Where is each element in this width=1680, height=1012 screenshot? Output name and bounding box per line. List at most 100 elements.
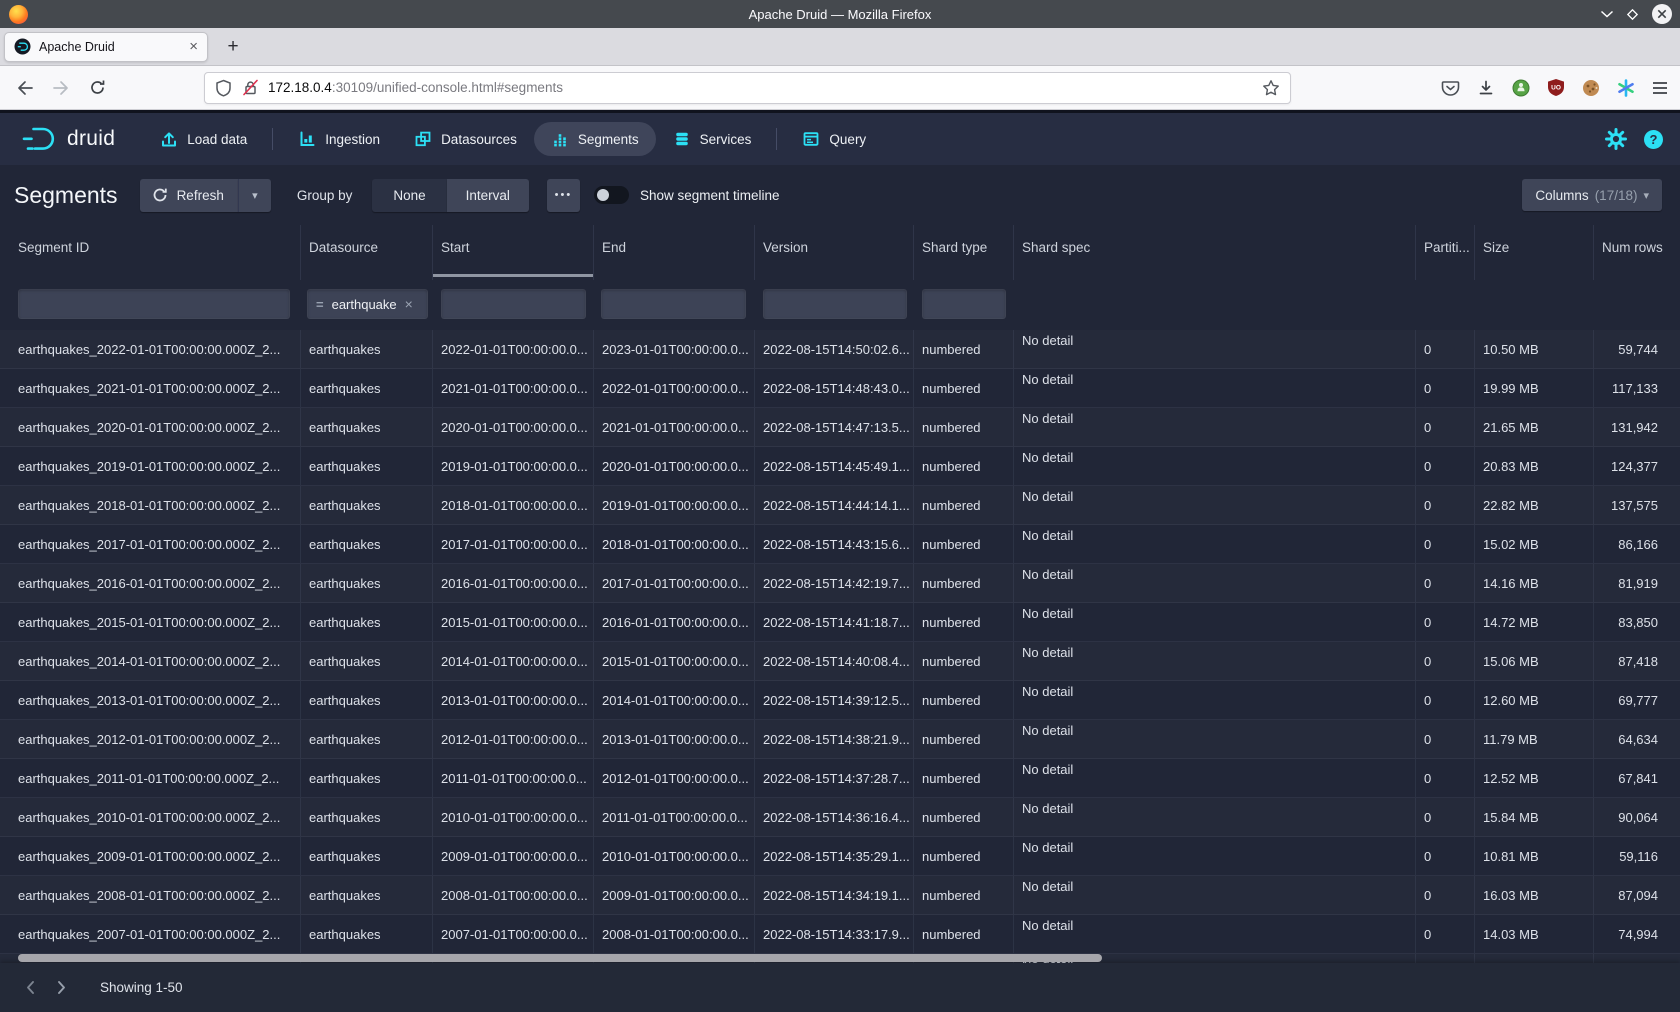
downloads-icon[interactable] xyxy=(1477,79,1495,97)
horizontal-scrollbar-thumb[interactable] xyxy=(18,954,1102,962)
cell-datasource: earthquakes xyxy=(301,486,433,524)
cell-num-rows: 74,994 xyxy=(1594,915,1680,953)
columns-label: Columns xyxy=(1535,188,1588,203)
column-header-end[interactable]: End xyxy=(594,225,755,280)
column-header-num-rows[interactable]: Num rows xyxy=(1594,225,1680,280)
cell-datasource: earthquakes xyxy=(301,369,433,407)
cell-num-rows: 64,634 xyxy=(1594,720,1680,758)
column-header-segment-id[interactable]: Segment ID xyxy=(0,225,301,280)
filter-equals-icon: = xyxy=(316,297,324,312)
table-row: earthquakes_2014-01-01T00:00:00.000Z_2..… xyxy=(0,642,1680,681)
cell-shard-type: numbered xyxy=(914,408,1014,446)
asterisk-extension-icon[interactable] xyxy=(1617,79,1635,97)
cell-datasource: earthquakes xyxy=(301,408,433,446)
back-icon[interactable] xyxy=(10,73,40,103)
column-header-version[interactable]: Version xyxy=(755,225,914,280)
menu-hamburger-icon[interactable] xyxy=(1652,81,1668,95)
window-minimize-icon[interactable] xyxy=(1600,10,1614,19)
cell-shard-type: numbered xyxy=(914,915,1014,953)
nav-item-segments[interactable]: Segments xyxy=(534,122,656,156)
filter-cell xyxy=(0,280,301,330)
cell-num-rows: 59,116 xyxy=(1594,837,1680,875)
table-row: earthquakes_2020-01-01T00:00:00.000Z_2..… xyxy=(0,408,1680,447)
cell-partition: 0 xyxy=(1416,642,1475,680)
cell-shard-type: numbered xyxy=(914,603,1014,641)
column-header-shard-type[interactable]: Shard type xyxy=(914,225,1014,280)
cell-shard-spec: No detail xyxy=(1014,798,1416,836)
tracking-shield-icon[interactable] xyxy=(215,79,232,97)
refresh-button[interactable]: Refresh xyxy=(140,179,238,212)
filter-input-end[interactable] xyxy=(601,289,746,319)
cell-shard-spec: No detail xyxy=(1014,408,1416,446)
filter-cell xyxy=(1475,280,1594,330)
table-row: earthquakes_2015-01-01T00:00:00.000Z_2..… xyxy=(0,603,1680,642)
cell-shard-type: numbered xyxy=(914,876,1014,914)
nav-separator xyxy=(776,128,777,150)
nav-item-services[interactable]: Services xyxy=(656,122,769,156)
column-header-partiti[interactable]: Partiti... xyxy=(1416,225,1475,280)
cell-version: 2022-08-15T14:42:19.7... xyxy=(755,564,914,602)
filter-input-segment-id[interactable] xyxy=(18,289,290,319)
cell-end: 2011-01-01T00:00:00.0... xyxy=(594,798,755,836)
filter-input-datasource[interactable]: =earthquake× xyxy=(307,289,428,319)
cell-version: 2022-08-15T14:35:29.1... xyxy=(755,837,914,875)
insecure-lock-icon[interactable] xyxy=(241,79,260,96)
cell-end: 2009-01-01T00:00:00.0... xyxy=(594,876,755,914)
table-header-row: Segment IDDatasourceStartEndVersionShard… xyxy=(0,225,1680,280)
cell-partition: 0 xyxy=(1416,915,1475,953)
cell-partition: 0 xyxy=(1416,486,1475,524)
column-header-label: Start xyxy=(441,240,470,255)
nav-item-load-data[interactable]: Load data xyxy=(143,122,264,156)
table-row: earthquakes_2010-01-01T00:00:00.000Z_2..… xyxy=(0,798,1680,837)
cell-shard-spec: No detail xyxy=(1014,642,1416,680)
more-options-button[interactable]: ••• xyxy=(547,179,580,212)
group-by-none-button[interactable]: None xyxy=(372,179,446,212)
columns-button[interactable]: Columns (17/18) ▾ xyxy=(1522,179,1662,211)
nav-item-datasources[interactable]: Datasources xyxy=(397,122,534,156)
column-header-start[interactable]: Start xyxy=(433,225,594,280)
filter-input-start[interactable] xyxy=(441,289,586,319)
cell-version: 2022-08-15T14:37:28.7... xyxy=(755,759,914,797)
group-by-interval-button[interactable]: Interval xyxy=(447,179,529,212)
url-toolbar: 172.18.0.4:30109/unified-console.html#se… xyxy=(0,66,1680,110)
column-header-datasource[interactable]: Datasource xyxy=(301,225,433,280)
cell-num-rows: 87,418 xyxy=(1594,642,1680,680)
cookie-extension-icon[interactable] xyxy=(1582,79,1600,97)
previous-page-icon[interactable] xyxy=(18,976,42,1000)
window-close-icon[interactable] xyxy=(1651,3,1673,25)
ublock-origin-icon[interactable]: UO xyxy=(1547,78,1565,97)
nav-item-query[interactable]: Query xyxy=(785,122,883,156)
pocket-icon[interactable] xyxy=(1441,79,1460,97)
forward-icon[interactable] xyxy=(46,73,76,103)
cell-num-rows: 87,094 xyxy=(1594,876,1680,914)
new-tab-button[interactable]: + xyxy=(220,34,246,60)
url-text[interactable]: 172.18.0.4:30109/unified-console.html#se… xyxy=(268,80,1262,95)
window-maximize-icon[interactable] xyxy=(1626,8,1639,21)
segments-icon xyxy=(551,130,569,148)
cell-end: 2017-01-01T00:00:00.0... xyxy=(594,564,755,602)
filter-tag-remove-icon[interactable]: × xyxy=(405,296,413,312)
filter-input-shard-type[interactable] xyxy=(922,289,1006,319)
tab-close-icon[interactable]: × xyxy=(189,39,198,54)
browser-tab[interactable]: Apache Druid × xyxy=(4,32,208,62)
column-header-shard-spec[interactable]: Shard spec xyxy=(1014,225,1416,280)
segment-timeline-toggle[interactable] xyxy=(594,186,629,204)
pagination-footer: Showing 1-50 xyxy=(0,963,1680,1012)
bookmark-star-icon[interactable] xyxy=(1262,79,1280,97)
help-icon[interactable]: ? xyxy=(1643,129,1664,150)
druid-logo[interactable]: druid xyxy=(20,125,115,153)
next-page-icon[interactable] xyxy=(50,976,74,1000)
settings-gear-icon[interactable] xyxy=(1605,128,1627,150)
url-bar[interactable]: 172.18.0.4:30109/unified-console.html#se… xyxy=(204,72,1291,104)
filter-input-version[interactable] xyxy=(763,289,907,319)
view-header: Segments Refresh ▾ Group by None Interva… xyxy=(0,165,1680,225)
cell-start: 2020-01-01T00:00:00.0... xyxy=(433,408,594,446)
reload-icon[interactable] xyxy=(82,73,112,103)
extension-green-icon[interactable] xyxy=(1512,79,1530,97)
nav-item-ingestion[interactable]: Ingestion xyxy=(281,122,397,156)
cell-segment-id: earthquakes_2021-01-01T00:00:00.000Z_2..… xyxy=(0,369,301,407)
cell-datasource: earthquakes xyxy=(301,603,433,641)
column-header-size[interactable]: Size xyxy=(1475,225,1594,280)
cell-segment-id: earthquakes_2008-01-01T00:00:00.000Z_2..… xyxy=(0,876,301,914)
refresh-dropdown-button[interactable]: ▾ xyxy=(238,179,271,212)
